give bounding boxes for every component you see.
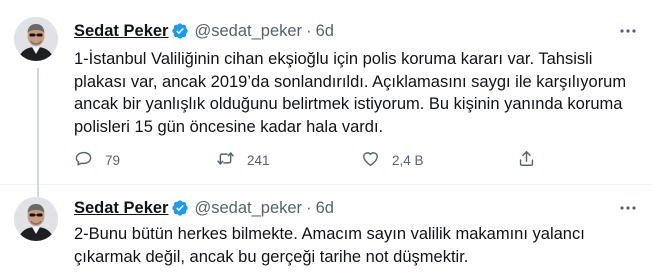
like-button[interactable]: 2,4 B — [361, 149, 424, 171]
like-count: 2,4 B — [392, 152, 424, 168]
author-handle[interactable]: @sedat_peker — [194, 198, 302, 218]
author-display-name[interactable]: Sedat Peker — [74, 21, 168, 41]
tweet-actions: 79 241 2,4 B — [74, 149, 574, 171]
share-button[interactable] — [517, 149, 536, 171]
retweet-icon — [216, 149, 235, 171]
more-icon[interactable] — [618, 198, 638, 218]
tweet-header: Sedat Peker @sedat_peker · 6d — [74, 21, 334, 41]
avatar[interactable] — [14, 17, 58, 61]
tweet[interactable]: Sedat Peker @sedat_peker · 6d 1-İstanbul… — [0, 0, 652, 185]
heart-icon — [361, 149, 380, 171]
author-handle[interactable]: @sedat_peker — [194, 21, 302, 41]
retweet-button[interactable]: 241 — [216, 149, 270, 171]
timestamp[interactable]: 6d — [316, 21, 334, 41]
tweet-text: 2-Bunu bütün herkes bilmekte. Amacım say… — [74, 225, 585, 266]
avatar[interactable] — [14, 197, 58, 241]
reply-button[interactable]: 79 — [74, 149, 120, 171]
share-icon — [517, 149, 536, 171]
separator-dot: · — [306, 22, 312, 40]
verified-badge-icon — [171, 199, 189, 217]
separator-dot: · — [306, 199, 312, 217]
tweet[interactable]: Sedat Peker @sedat_peker · 6d 2-Bunu büt… — [0, 185, 652, 279]
reply-icon — [74, 149, 93, 171]
verified-badge-icon — [171, 22, 189, 40]
tweet-header: Sedat Peker @sedat_peker · 6d — [74, 198, 334, 218]
thread-connector-line — [37, 68, 39, 197]
tweet-text: 1-İstanbul Valiliğinin cihan ekşioğlu iç… — [74, 50, 627, 136]
more-icon[interactable] — [618, 21, 638, 41]
reply-count: 79 — [105, 152, 121, 168]
author-display-name[interactable]: Sedat Peker — [74, 198, 168, 218]
timestamp[interactable]: 6d — [316, 198, 334, 218]
retweet-count: 241 — [247, 152, 270, 168]
